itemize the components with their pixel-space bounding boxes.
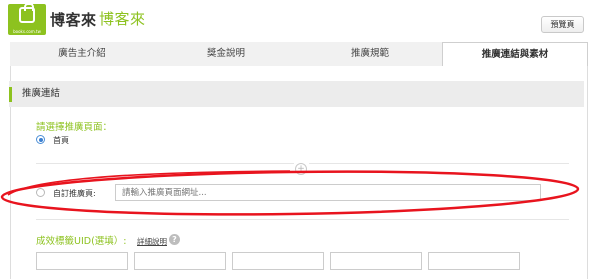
site-logo[interactable]: books.com.tw 博客來: [8, 4, 97, 35]
divider-right: [309, 163, 569, 164]
uid-label: 成效標籤UID(選填）:: [36, 236, 127, 247]
preview-button[interactable]: 預覽頁: [541, 16, 584, 33]
uid-field-1[interactable]: [36, 252, 128, 270]
help-icon[interactable]: ?: [169, 234, 180, 245]
tab-bar: 廣告主介紹 獎金說明 推廣規範 推廣連結與素材: [10, 42, 588, 67]
header: books.com.tw 博客來 博客來 預覽頁: [0, 0, 600, 42]
add-circle-icon[interactable]: +: [295, 163, 307, 175]
brand-name: 博客來: [99, 10, 146, 28]
radio-custom-page[interactable]: [36, 188, 45, 197]
logo-subtitle: books.com.tw: [13, 29, 41, 34]
radio-homepage-label: 首頁: [53, 136, 69, 145]
tab-bonus-info[interactable]: 獎金說明: [154, 42, 298, 66]
shopping-bag-logo-icon: books.com.tw: [8, 4, 46, 35]
uid-field-2[interactable]: [134, 252, 226, 270]
logo-text: 博客來: [50, 11, 97, 29]
uid-field-3[interactable]: [232, 252, 324, 270]
page-select-label: 請選擇推廣頁面：: [36, 122, 113, 133]
section-accent-bar: [9, 87, 12, 102]
uid-field-4[interactable]: [330, 252, 422, 270]
section-header: 推廣連結: [9, 81, 584, 107]
detail-link[interactable]: 詳細說明: [137, 236, 167, 247]
radio-homepage[interactable]: [36, 135, 45, 144]
divider-left: [36, 163, 294, 164]
divider-lower: [36, 219, 569, 220]
tab-promotion-rules[interactable]: 推廣規範: [298, 42, 442, 66]
tab-advertiser-intro[interactable]: 廣告主介紹: [10, 42, 154, 66]
radio-custom-page-label: 自訂推廣頁:: [53, 189, 96, 198]
section-title: 推廣連結: [22, 88, 61, 99]
custom-url-input[interactable]: [115, 184, 541, 201]
uid-field-5[interactable]: [428, 252, 520, 270]
tab-promotion-links[interactable]: 推廣連結與素材: [442, 42, 588, 67]
